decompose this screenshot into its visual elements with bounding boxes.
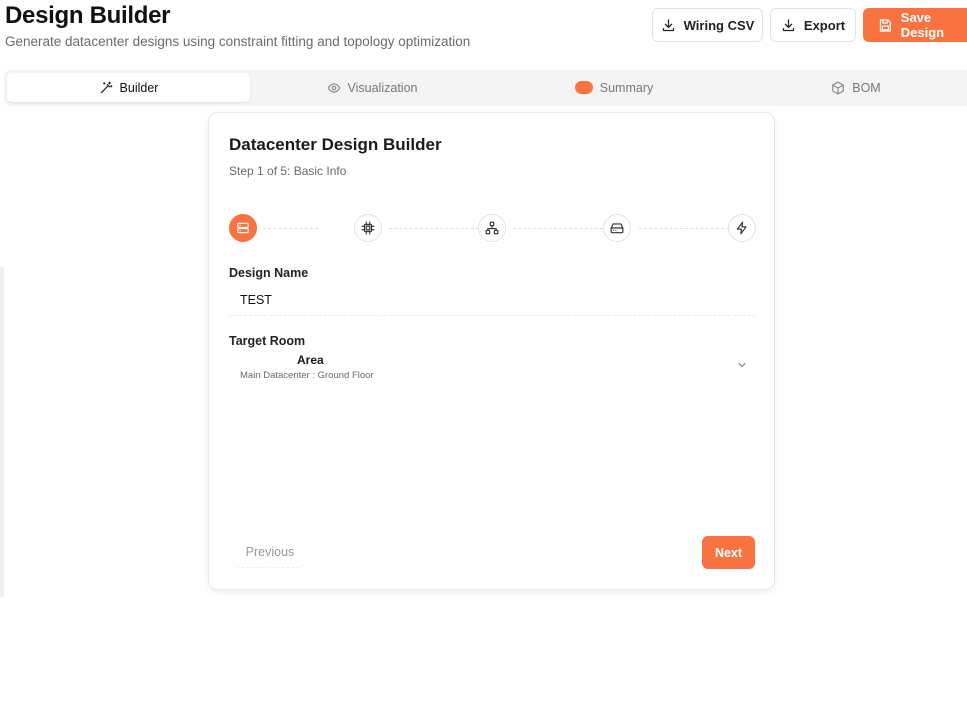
summary-icon: [574, 81, 593, 94]
step-connector: [263, 228, 318, 229]
design-name-label: Design Name: [229, 266, 309, 280]
design-name-input[interactable]: [229, 284, 756, 316]
tab-visualization[interactable]: Visualization: [252, 73, 492, 102]
tab-summary-label: Summary: [599, 80, 654, 95]
step-connector: [639, 228, 729, 229]
tab-bar: Builder Visualization Summary BOM: [4, 70, 967, 106]
step-compute[interactable]: [354, 214, 382, 242]
previous-button[interactable]: Previous: [235, 536, 305, 568]
cpu-icon: [361, 221, 375, 235]
tab-visualization-label: Visualization: [347, 80, 418, 95]
wiring-csv-button[interactable]: Wiring CSV: [652, 8, 763, 42]
tab-summary[interactable]: Summary: [494, 73, 734, 102]
export-button[interactable]: Export: [770, 8, 856, 42]
tab-bom-label: BOM: [852, 80, 881, 95]
download-icon: [662, 18, 674, 31]
tab-builder-label: Builder: [119, 80, 159, 95]
stepper: [229, 214, 756, 242]
step-power[interactable]: [728, 214, 756, 242]
server-icon: [237, 222, 249, 234]
tab-bom[interactable]: BOM: [736, 73, 967, 102]
download-icon: [782, 18, 795, 31]
target-room-selected-subtitle: Main Datacenter : Ground Floor: [240, 370, 374, 381]
page-subtitle: Generate datacenter designs using constr…: [5, 34, 471, 49]
chevron-down-icon: [738, 363, 746, 367]
save-design-button[interactable]: Save Design: [863, 8, 967, 42]
step-storage[interactable]: [603, 214, 631, 242]
bolt-icon: [736, 221, 747, 235]
target-room-selected-title: Area: [297, 353, 324, 367]
cube-icon: [832, 81, 845, 94]
wand-icon: [100, 81, 112, 93]
save-icon: [879, 18, 891, 32]
page-title: Design Builder: [5, 2, 171, 29]
step-basic-info[interactable]: [229, 214, 257, 242]
step-connector: [389, 228, 479, 229]
network-icon: [485, 221, 499, 235]
target-room-label: Target Room: [229, 334, 306, 348]
wiring-csv-label: Wiring CSV: [683, 17, 755, 33]
design-builder-card: Datacenter Design Builder Step 1 of 5: B…: [208, 112, 775, 590]
next-button[interactable]: Next: [702, 536, 755, 569]
export-label: Export: [803, 17, 846, 33]
drive-icon: [610, 223, 624, 234]
target-room-select[interactable]: Area Main Datacenter : Ground Floor: [229, 349, 756, 385]
step-connector: [513, 228, 603, 229]
left-divider: [0, 267, 4, 597]
tab-builder[interactable]: Builder: [7, 73, 250, 102]
eye-icon: [327, 82, 340, 93]
card-title: Datacenter Design Builder: [229, 135, 442, 154]
step-network[interactable]: [478, 214, 506, 242]
save-design-label: Save Design: [900, 10, 945, 40]
step-indicator-text: Step 1 of 5: Basic Info: [229, 164, 347, 178]
